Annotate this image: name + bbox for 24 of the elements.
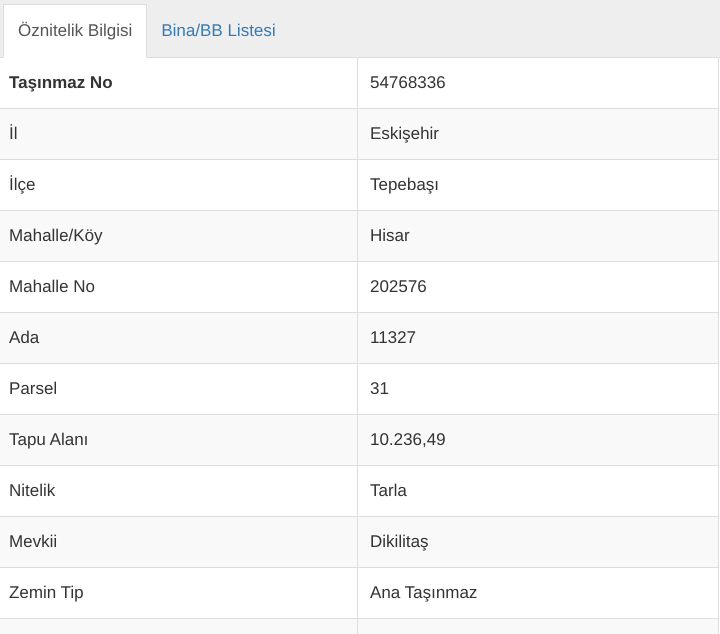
field-label: İlçe — [8, 174, 36, 196]
field-value: Tepebaşı — [357, 160, 718, 210]
field-value: 54768336 — [357, 58, 718, 108]
field-value: Ana Taşınmaz — [357, 568, 718, 618]
field-label: İl — [8, 123, 18, 145]
tab[interactable]: Öznitelik Bilgisi — [3, 4, 148, 58]
field-label: Mevkii — [8, 531, 58, 553]
field-label: Taşınmaz No — [8, 72, 114, 94]
field-value: Hisar — [357, 211, 718, 261]
field-label: Ada — [8, 327, 40, 349]
field-label: Zemin Tip — [8, 582, 85, 604]
field-label: Parsel — [8, 378, 58, 400]
field-value: 11327 — [357, 313, 718, 363]
field-label: Tapu Alanı — [8, 429, 90, 451]
tab[interactable]: Bina/BB Listesi — [147, 4, 290, 58]
field-value: Eskişehir — [357, 109, 718, 159]
field-value: Tarla — [357, 466, 718, 516]
field-value: 10.236,49 — [357, 415, 718, 465]
field-value: 202576 — [357, 262, 718, 312]
field-value: Dikilitaş — [357, 517, 718, 567]
field-label: Nitelik — [8, 480, 56, 502]
field-label: Mahalle No — [8, 276, 96, 298]
field-value: 31 — [357, 364, 718, 414]
field-label: Mahalle/Köy — [8, 225, 104, 247]
